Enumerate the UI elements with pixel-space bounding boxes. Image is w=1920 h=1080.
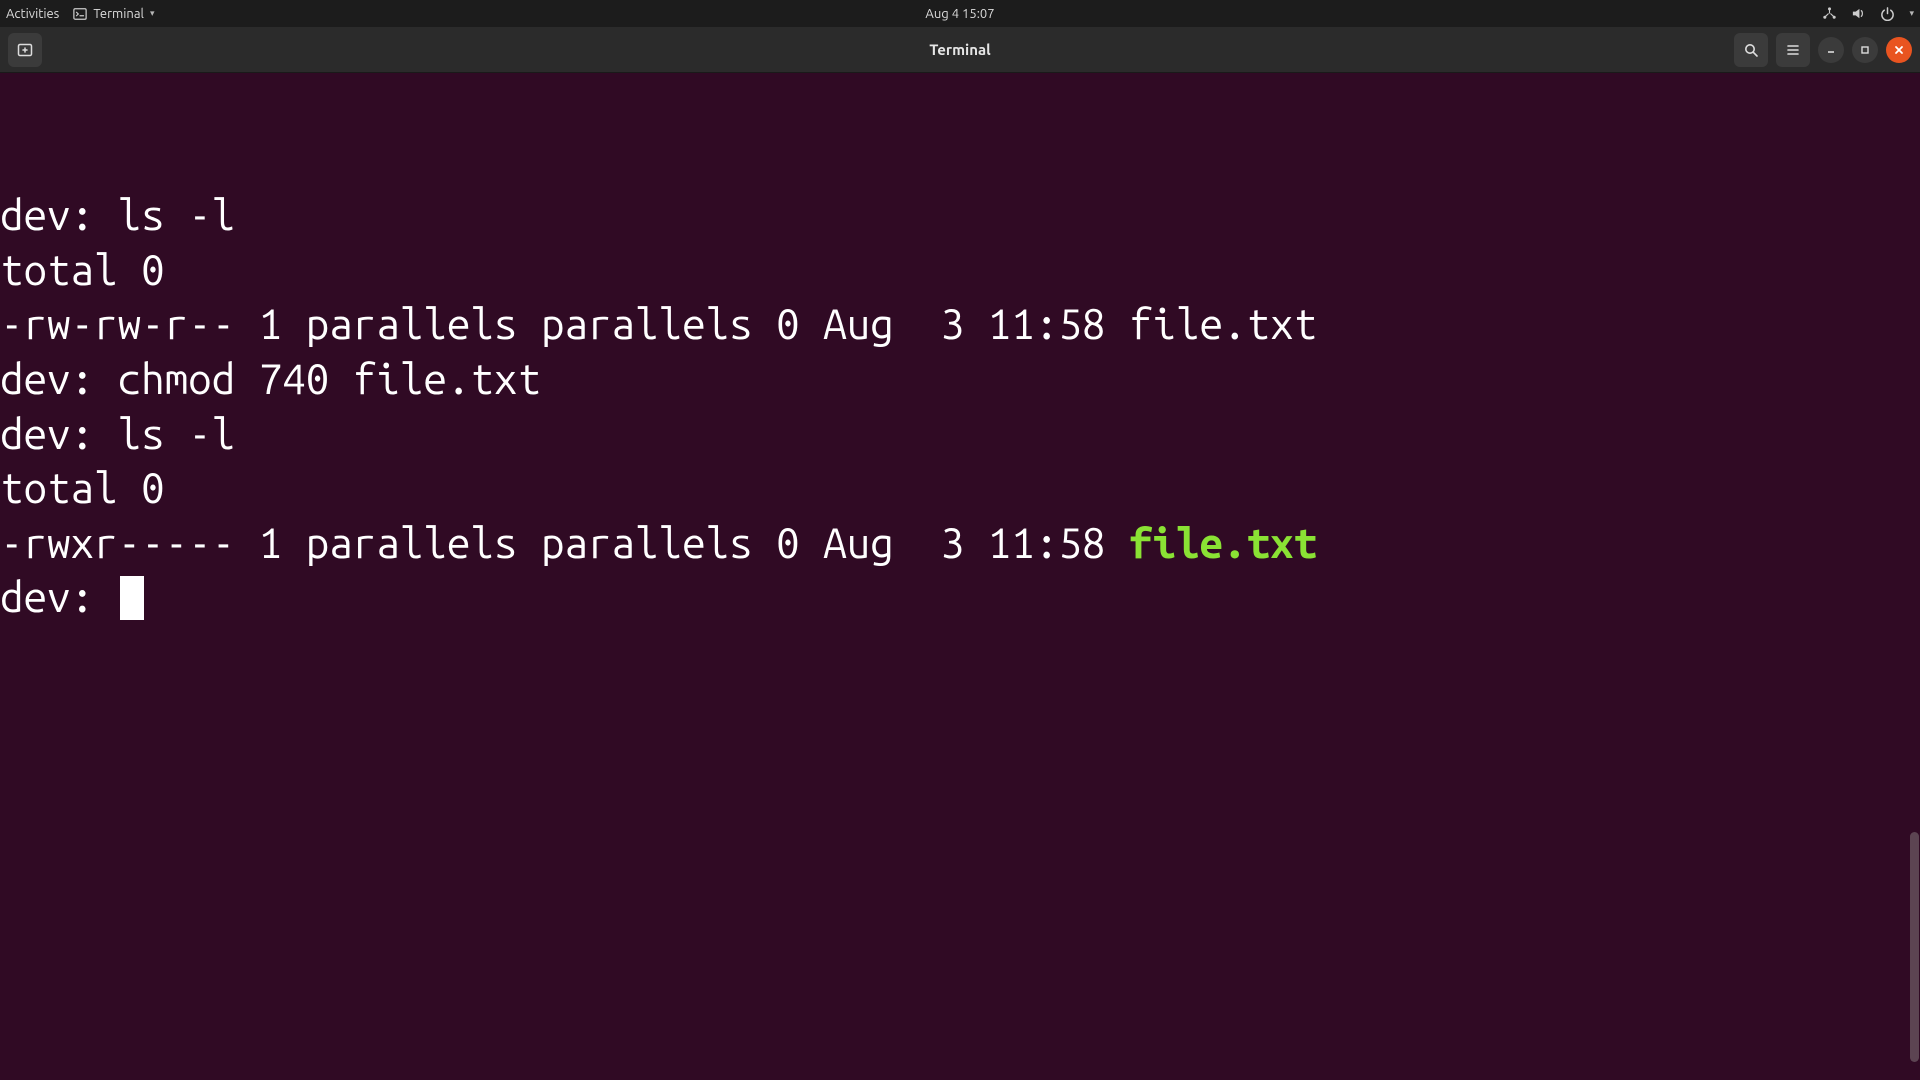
menu-button[interactable] <box>1776 33 1810 67</box>
terminal-cursor <box>120 576 144 620</box>
gnome-top-bar: Activities Terminal ▾ Aug 4 15:07 ▾ <box>0 0 1920 27</box>
network-icon <box>1822 6 1837 21</box>
chevron-down-icon: ▾ <box>150 8 155 19</box>
terminal-icon <box>73 7 87 21</box>
search-icon <box>1743 42 1759 58</box>
new-tab-icon <box>16 41 34 59</box>
clock[interactable]: Aug 4 15:07 <box>925 7 994 21</box>
close-icon <box>1893 44 1905 56</box>
terminal-line: dev: <box>0 570 1916 625</box>
minimize-button[interactable] <box>1818 37 1844 63</box>
hamburger-icon <box>1785 42 1801 58</box>
app-menu[interactable]: Terminal ▾ <box>73 7 154 21</box>
system-status-area[interactable]: ▾ <box>1822 6 1914 21</box>
executable-filename: file.txt <box>1129 519 1317 566</box>
terminal-line: -rw-rw-r-- 1 parallels parallels 0 Aug 3… <box>0 297 1916 352</box>
terminal-line: dev: chmod 740 file.txt <box>0 352 1916 407</box>
terminal-line: total 0 <box>0 243 1916 298</box>
terminal-line: dev: ls -l <box>0 407 1916 462</box>
volume-icon <box>1851 6 1866 21</box>
maximize-button[interactable] <box>1852 37 1878 63</box>
activities-button[interactable]: Activities <box>6 7 59 21</box>
minimize-icon <box>1825 44 1837 56</box>
new-tab-button[interactable] <box>8 33 42 67</box>
chevron-down-icon: ▾ <box>1909 8 1914 19</box>
close-button[interactable] <box>1886 37 1912 63</box>
window-titlebar: Terminal <box>0 27 1920 73</box>
power-icon <box>1880 6 1895 21</box>
app-menu-label: Terminal <box>93 7 144 21</box>
scrollbar-thumb[interactable] <box>1910 832 1919 1062</box>
terminal-line: -rwxr----- 1 parallels parallels 0 Aug 3… <box>0 516 1916 571</box>
maximize-icon <box>1859 44 1871 56</box>
terminal-line: total 0 <box>0 461 1916 516</box>
terminal-output[interactable]: dev: ls -ltotal 0-rw-rw-r-- 1 parallels … <box>0 73 1920 1080</box>
window-title: Terminal <box>929 41 990 58</box>
terminal-line: dev: ls -l <box>0 188 1916 243</box>
search-button[interactable] <box>1734 33 1768 67</box>
